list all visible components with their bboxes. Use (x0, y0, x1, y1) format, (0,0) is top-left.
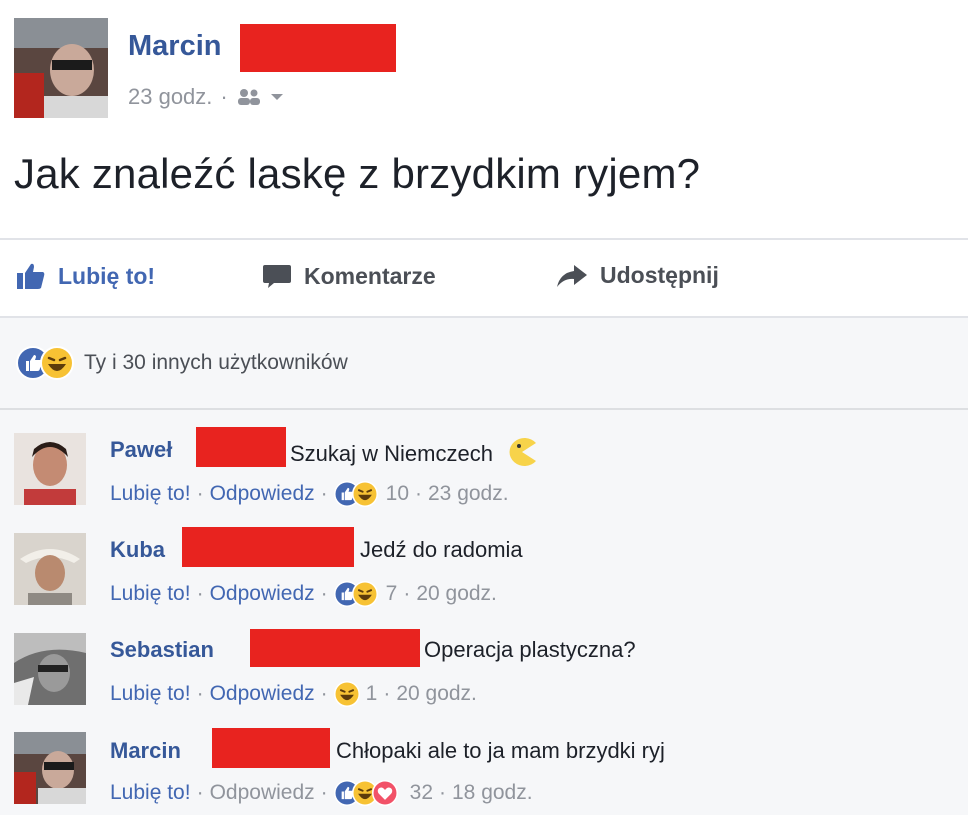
comment-reaction-icons[interactable] (333, 581, 380, 607)
meta-separator: · (196, 582, 204, 605)
meta-separator: · (320, 682, 328, 705)
like-label: Lubię to! (58, 262, 156, 289)
comment-author[interactable]: Paweł (110, 437, 172, 463)
comment-button[interactable]: Komentarze (262, 262, 436, 290)
comment-reaction-icons[interactable] (333, 481, 380, 507)
comment-author[interactable]: Kuba (110, 537, 165, 563)
comment-item: Paweł Szukaj w Niemczech Lubię to! · Odp… (0, 425, 968, 525)
meta-separator: · (320, 482, 328, 505)
comment-item: Kuba Jedź do radomia Lubię to! · Odpowie… (0, 525, 968, 625)
meta-separator: · (320, 582, 328, 605)
comment-reaction-count[interactable]: 1 (366, 682, 378, 706)
pacman-emoji-icon (509, 438, 537, 466)
haha-reaction-icon (351, 481, 378, 507)
comment-author[interactable]: Marcin (110, 738, 181, 764)
haha-reaction-icon[interactable] (333, 681, 360, 707)
comment-reply-link[interactable]: Odpowiedz (210, 582, 315, 606)
share-button[interactable]: Udostępnij (556, 262, 719, 289)
comment-timestamp[interactable]: 23 godz. (428, 482, 509, 506)
post-text: Jak znaleźć laskę z brzydkim ryjem? (14, 150, 701, 197)
reactions-summary-text: Ty i 30 innych użytkowników (84, 351, 348, 374)
comment-text: Chłopaki ale to ja mam brzydki ryj (336, 738, 665, 763)
haha-reaction-icon (351, 581, 378, 607)
redaction-block (212, 728, 330, 768)
comment-reaction-count[interactable]: 32 (410, 781, 433, 805)
reaction-icons (16, 346, 74, 380)
meta-separator: · (403, 582, 411, 605)
comment-author[interactable]: Sebastian (110, 637, 214, 663)
reactions-summary[interactable]: Ty i 30 innych użytkowników (16, 346, 348, 380)
chevron-down-icon[interactable] (270, 92, 284, 102)
comment-like-link[interactable]: Lubię to! (110, 781, 191, 805)
comment-meta: Lubię to! · Odpowiedz · 32 · 18 godz. (110, 780, 533, 806)
comment-text: Operacja plastyczna? (424, 637, 636, 662)
comment-meta: Lubię to! · Odpowiedz · 10 · 23 godz. (110, 481, 509, 507)
meta-separator: · (439, 781, 446, 804)
post-meta: 23 godz. · (128, 84, 284, 110)
comment-avatar[interactable] (14, 533, 86, 605)
haha-reaction-icon (40, 346, 74, 380)
comment-avatar[interactable] (14, 633, 86, 705)
comment-meta: Lubię to! · Odpowiedz · 7 · 20 godz. (110, 581, 497, 607)
meta-separator: · (415, 482, 422, 505)
comment-like-link[interactable]: Lubię to! (110, 582, 191, 606)
comment-meta: Lubię to! · Odpowiedz · 1 · 20 godz. (110, 681, 477, 707)
post-author-name[interactable]: Marcin (128, 30, 221, 63)
share-label: Udostępnij (600, 262, 719, 288)
comment-avatar[interactable] (14, 433, 86, 505)
comment-text-content: Szukaj w Niemczech (290, 441, 493, 466)
comment-item: Sebastian Operacja plastyczna? Lubię to!… (0, 625, 968, 725)
thumbs-up-icon (17, 263, 45, 289)
post-timestamp[interactable]: 23 godz. (128, 84, 212, 110)
divider (0, 316, 968, 318)
comment-label: Komentarze (304, 262, 436, 289)
divider (0, 408, 968, 410)
comment-text: Jedź do radomia (360, 537, 523, 562)
redaction-block (196, 427, 286, 467)
comment-timestamp[interactable]: 18 godz. (452, 781, 533, 805)
comment-like-link[interactable]: Lubię to! (110, 482, 191, 506)
comment-timestamp[interactable]: 20 godz. (416, 582, 497, 606)
meta-separator: · (220, 84, 228, 109)
comment-text: Szukaj w Niemczech (290, 437, 539, 467)
meta-separator: · (196, 482, 204, 505)
comment-reaction-count[interactable]: 10 (386, 482, 409, 506)
meta-separator: · (383, 682, 391, 705)
like-button[interactable]: Lubię to! (16, 262, 155, 290)
comment-reply-link[interactable]: Odpowiedz (210, 482, 315, 506)
share-arrow-icon (557, 264, 587, 287)
comment-item: Marcin Chłopaki ale to ja mam brzydki ry… (0, 720, 968, 820)
comment-timestamp[interactable]: 20 godz. (396, 682, 477, 706)
comment-reply-link[interactable]: Odpowiedz (210, 682, 315, 706)
comment-like-link[interactable]: Lubię to! (110, 682, 191, 706)
meta-separator: · (320, 781, 328, 804)
post-author-avatar[interactable] (14, 18, 108, 118)
redaction-block (250, 629, 420, 667)
friends-audience-icon[interactable] (236, 88, 262, 106)
redaction-block (240, 24, 396, 72)
comment-avatar[interactable] (14, 732, 86, 804)
meta-separator: · (196, 781, 204, 804)
comment-reply-link[interactable]: Odpowiedz (210, 781, 315, 805)
comment-reaction-count[interactable]: 7 (386, 582, 398, 606)
comment-bubble-icon (263, 265, 291, 288)
divider (0, 238, 968, 240)
meta-separator: · (196, 682, 204, 705)
heart-reaction-icon (371, 780, 398, 806)
redaction-block (182, 527, 354, 567)
comment-reaction-icons[interactable] (333, 780, 404, 806)
